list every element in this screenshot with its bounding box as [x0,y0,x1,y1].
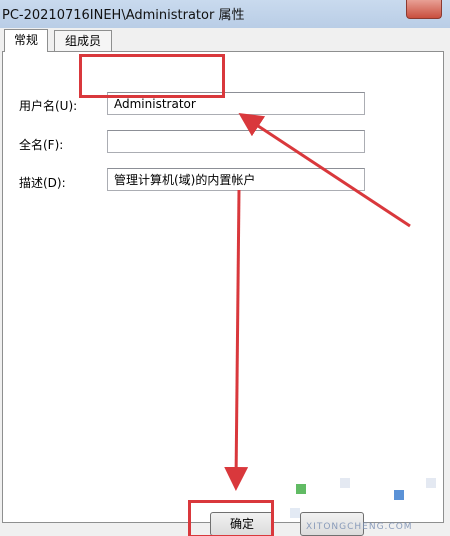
description-label: 描述(D): [19,176,66,190]
window-body: 常规 组成员 用户名(U): Administrator 全名(F): 描述(D… [0,28,450,536]
fullname-field[interactable] [107,130,365,153]
watermark-square-icon [290,508,300,518]
tab-member-of[interactable]: 组成员 [54,30,112,51]
username-highlight-box [79,54,225,98]
close-button[interactable] [406,0,442,19]
watermark-square-icon [296,484,306,494]
title-bar: PC-20210716INEH\Administrator 属性 [0,0,450,29]
watermark-square-icon [426,478,436,488]
watermark-logo: XITONGCHENG.COM [284,476,450,536]
username-label: 用户名(U): [19,99,78,113]
fullname-label: 全名(F): [19,138,64,152]
properties-window: PC-20210716INEH\Administrator 属性 常规 组成员 … [0,0,450,536]
window-title: PC-20210716INEH\Administrator 属性 [2,8,245,23]
ok-highlight-box [188,500,274,536]
general-tab-panel: 用户名(U): Administrator 全名(F): 描述(D): 管理计算… [2,51,444,523]
watermark-text: XITONGCHENG.COM [306,522,413,532]
watermark-square-icon [340,478,350,488]
description-field[interactable]: 管理计算机(域)的内置帐户 [107,168,365,191]
watermark-square-icon [394,490,404,500]
tab-general[interactable]: 常规 [4,29,48,52]
